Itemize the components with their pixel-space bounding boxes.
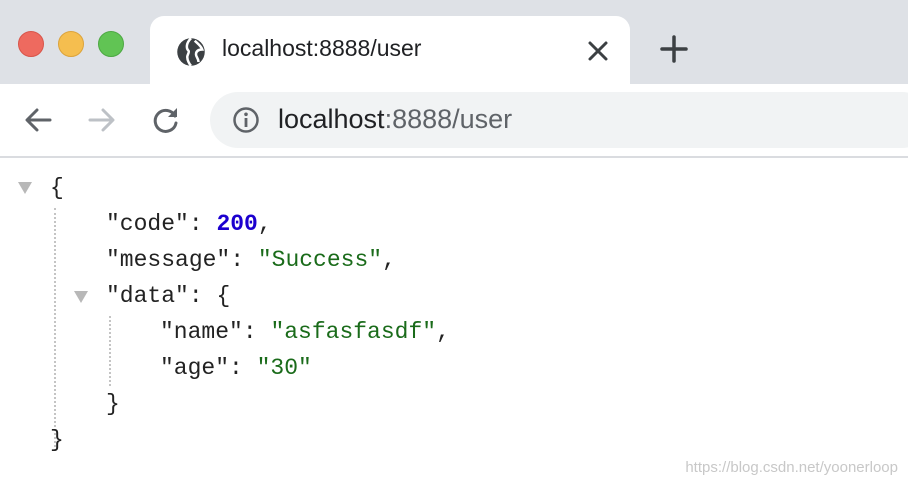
json-row-name: "name": "asfasfasdf", [160,317,450,347]
json-row-age: "age": "30" [160,353,312,383]
globe-icon [177,37,205,67]
url-text[interactable]: localhost:8888/user [278,104,512,135]
json-colon: : [229,355,257,381]
json-colon: : [188,211,217,237]
json-key-code: "code" [106,211,189,237]
root-close-brace: } [50,427,64,453]
browser-toolbar: localhost:8888/user [0,84,908,158]
root-open-brace: { [50,175,64,201]
plus-icon[interactable] [660,35,688,63]
json-row-data: "data": { [106,281,230,311]
data-close-brace: } [106,391,120,417]
json-colon: : [230,247,258,273]
window-minimize-button[interactable] [58,31,84,57]
json-key-name: "name" [160,319,243,345]
url-host: localhost [278,104,385,134]
browser-tab[interactable]: localhost:8888/user [150,16,630,84]
json-key-age: "age" [160,355,230,381]
url-path: :8888/user [384,104,513,134]
json-value-message: "Success" [257,247,383,273]
arrow-left-icon[interactable] [22,104,54,136]
reload-icon[interactable] [150,104,182,136]
address-bar[interactable]: localhost:8888/user [210,92,908,148]
arrow-right-icon[interactable] [86,104,118,136]
json-value-age: "30" [256,355,312,381]
json-comma: , [436,319,450,345]
json-comma: , [257,211,272,237]
data-indent-guide [109,316,111,386]
tab-strip: localhost:8888/user [0,0,908,84]
data-open-brace: { [216,283,231,309]
json-colon: : [242,319,271,345]
json-row-code: "code": 200, [106,209,272,239]
tab-title: localhost:8888/user [222,35,422,61]
watermark: https://blog.csdn.net/yoonerloop [685,459,898,476]
json-key-data: "data" [106,283,189,309]
json-value-name: "asfasfasdf" [270,319,437,345]
collapse-root-toggle[interactable] [18,182,32,194]
window-close-button[interactable] [18,31,44,57]
json-viewer: { "code": 200, "message": "Success", "da… [0,158,908,486]
json-key-message: "message" [106,247,231,273]
json-value-code: 200 [216,211,258,237]
info-icon[interactable] [232,106,260,134]
root-indent-guide [54,208,56,451]
json-colon: : [188,283,217,309]
collapse-data-toggle[interactable] [74,291,88,303]
window-maximize-button[interactable] [98,31,124,57]
json-comma: , [382,247,396,273]
json-row-message: "message": "Success", [106,245,396,275]
close-icon[interactable] [586,39,610,63]
